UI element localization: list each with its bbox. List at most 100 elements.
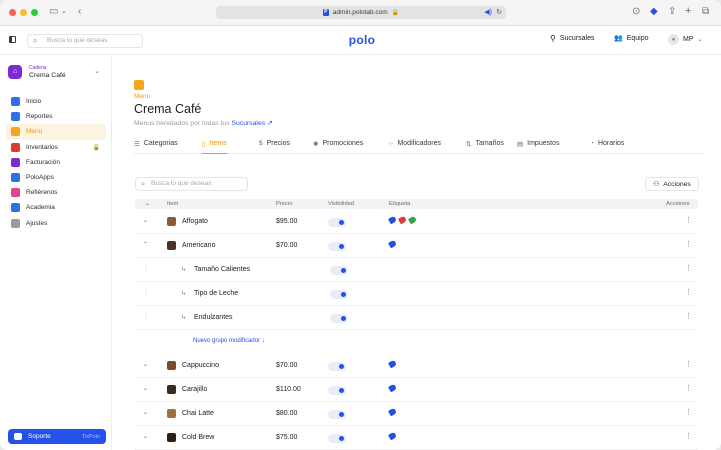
more-options-icon[interactable]: ⋮ xyxy=(685,384,692,392)
drag-handle-icon[interactable]: ⋮ xyxy=(143,313,149,320)
sidebar-toggle-icon[interactable]: ▭ xyxy=(49,6,58,18)
table-row[interactable]: ⌄ Cold Brew $75.00 ⋮ xyxy=(135,426,698,450)
user-menu[interactable]: ● MP ⌄ xyxy=(668,34,703,45)
item-price: $110.00 xyxy=(276,386,301,393)
more-options-icon[interactable]: ⋮ xyxy=(685,264,692,272)
chevron-down-icon[interactable]: ⌄ xyxy=(61,6,67,18)
sidebar-item-reportes[interactable]: Reportes xyxy=(6,109,106,124)
branches-link[interactable]: Sucursales ↗ xyxy=(232,120,273,127)
more-options-icon[interactable]: ⋮ xyxy=(685,360,692,368)
tag-icon[interactable] xyxy=(387,383,398,393)
panel-toggle-icon[interactable] xyxy=(9,36,16,43)
team-button[interactable]: 👥 Equipo xyxy=(614,34,649,43)
visibility-toggle[interactable] xyxy=(330,314,348,323)
tab-items[interactable]: ▯ Items xyxy=(202,140,227,154)
chevron-down-icon[interactable]: ⌄ xyxy=(143,409,148,416)
table-row[interactable]: ⌃ Americano $70.00 ⋮ xyxy=(135,234,698,258)
back-icon[interactable]: ‹ xyxy=(78,6,81,18)
extension-icon[interactable]: ◆ xyxy=(650,6,658,18)
maximize-window-button[interactable] xyxy=(31,9,38,16)
tag-icon[interactable] xyxy=(387,359,398,369)
sidebar-item-facturación[interactable]: Facturación xyxy=(6,155,106,170)
sidebar-item-inicio[interactable]: Inicio xyxy=(6,94,106,109)
tab-modificadores[interactable]: ⁘ Modificadores xyxy=(388,140,441,154)
actions-button[interactable]: ⚇ Acciones xyxy=(645,177,699,191)
drag-handle-icon[interactable]: ⋮ xyxy=(143,289,149,296)
more-options-icon[interactable]: ⋮ xyxy=(685,408,692,416)
tag-icon[interactable] xyxy=(387,407,398,417)
tab-categorias[interactable]: ☰ Categorias xyxy=(134,140,178,154)
sidebar-item-ajustes[interactable]: Ajustes xyxy=(6,216,106,231)
speaker-icon[interactable]: ◀) xyxy=(484,8,492,16)
close-window-button[interactable] xyxy=(9,9,16,16)
chevron-down-icon[interactable]: ⌄ xyxy=(143,361,148,368)
modifier-icon: ⁘ xyxy=(388,141,394,148)
tab-impuestos[interactable]: ▤ Impuestos xyxy=(517,140,559,154)
tags-list xyxy=(387,431,398,441)
sidebar-item-poloapps[interactable]: PoloApps xyxy=(6,170,106,185)
visibility-toggle[interactable] xyxy=(328,410,346,419)
sidebar-item-academia[interactable]: Academia xyxy=(6,200,106,215)
modifier-row[interactable]: ⋮ ↳ Endulzantes ⋮ xyxy=(135,306,698,330)
table-row[interactable]: ⌄ Chai Latte $80.00 ⋮ xyxy=(135,402,698,426)
visibility-toggle[interactable] xyxy=(330,266,348,275)
collapse-all-icon[interactable]: ⌄ xyxy=(145,201,150,207)
more-options-icon[interactable]: ⋮ xyxy=(685,288,692,296)
chevron-up-icon[interactable]: ⌃ xyxy=(143,241,148,248)
tag-icon[interactable] xyxy=(407,215,418,225)
download-icon[interactable]: ⊙ xyxy=(632,6,640,18)
tab-tamaños[interactable]: ⇅ Tamaños xyxy=(466,140,504,154)
more-options-icon[interactable]: ⋮ xyxy=(685,240,692,248)
more-options-icon[interactable]: ⋮ xyxy=(685,432,692,440)
visibility-toggle[interactable] xyxy=(328,218,346,227)
tag-icon[interactable] xyxy=(397,215,408,225)
reload-icon[interactable]: ↻ xyxy=(496,8,502,16)
sidebar-item-label: Facturación xyxy=(26,158,60,166)
tab-precios[interactable]: $ Precios xyxy=(259,140,290,154)
global-search-input[interactable]: ⌕ Busca lo que deseas xyxy=(27,34,143,48)
support-button[interactable]: Soporte TixPolo xyxy=(8,429,106,444)
visibility-toggle[interactable] xyxy=(328,242,346,251)
polo-logo[interactable]: polo xyxy=(340,33,384,47)
more-options-icon[interactable]: ⋮ xyxy=(685,312,692,320)
chevron-down-icon[interactable]: ⌄ xyxy=(143,433,148,440)
tags-list xyxy=(387,407,398,417)
tab-horarios[interactable]: ◔ Horarios xyxy=(590,140,624,154)
more-options-icon[interactable]: ⋮ xyxy=(685,216,692,224)
breadcrumb[interactable]: Menu xyxy=(134,93,150,100)
table-row[interactable]: ⌄ Cappuccino $70.00 ⋮ xyxy=(135,354,698,378)
share-icon[interactable]: ⇪ xyxy=(668,6,676,18)
sidebar-item-inventarios[interactable]: Inventarios 🔒 xyxy=(6,140,106,155)
chevron-down-icon[interactable]: ⌄ xyxy=(143,385,148,392)
sidebar-item-menu[interactable]: Menu xyxy=(6,124,106,140)
invoice-icon xyxy=(11,157,20,167)
tab-promociones[interactable]: ✺ Promociones xyxy=(313,140,363,154)
drag-handle-icon[interactable]: ⋮ xyxy=(143,265,149,272)
box-icon xyxy=(11,142,20,152)
org-switcher[interactable]: ⌂ Cadena Crema Café ⌄ xyxy=(8,64,104,80)
items-search-input[interactable]: ⌕ Busca lo que deseas xyxy=(135,177,248,191)
table-row[interactable]: ⌄ Affogato $95.00 ⋮ xyxy=(135,210,698,234)
visibility-toggle[interactable] xyxy=(328,434,346,443)
sidebar-item-label: Inicio xyxy=(26,98,42,106)
new-modifier-group-link[interactable]: Nuevo grupo modificador ↓ xyxy=(193,338,265,344)
chevron-down-icon[interactable]: ⌄ xyxy=(143,217,148,224)
heart-icon xyxy=(11,188,20,198)
new-tab-icon[interactable]: + xyxy=(685,5,691,17)
visibility-toggle[interactable] xyxy=(330,290,348,299)
minimize-window-button[interactable] xyxy=(20,9,27,16)
address-bar[interactable]: P admin.polotab.com 🔒 ◀) ↻ xyxy=(216,6,506,19)
tabs-overview-icon[interactable]: ⧉ xyxy=(702,6,709,18)
visibility-toggle[interactable] xyxy=(328,386,346,395)
visibility-toggle[interactable] xyxy=(328,362,346,371)
sidebar-item-refiérenos[interactable]: Refiérenos xyxy=(6,185,106,200)
chevron-down-icon: ⌄ xyxy=(697,37,703,43)
table-row[interactable]: ⌄ Carajillo $110.00 ⋮ xyxy=(135,378,698,402)
modifier-name: Endulzantes xyxy=(194,314,233,321)
modifier-row[interactable]: ⋮ ↳ Tipo de Leche ⋮ xyxy=(135,282,698,306)
branches-button[interactable]: ⚲ Sucursales xyxy=(550,34,595,43)
tag-icon[interactable] xyxy=(387,215,398,225)
tag-icon[interactable] xyxy=(387,239,398,249)
tag-icon[interactable] xyxy=(387,431,398,441)
modifier-row[interactable]: ⋮ ↳ Tamaño Calientes ⋮ xyxy=(135,258,698,282)
